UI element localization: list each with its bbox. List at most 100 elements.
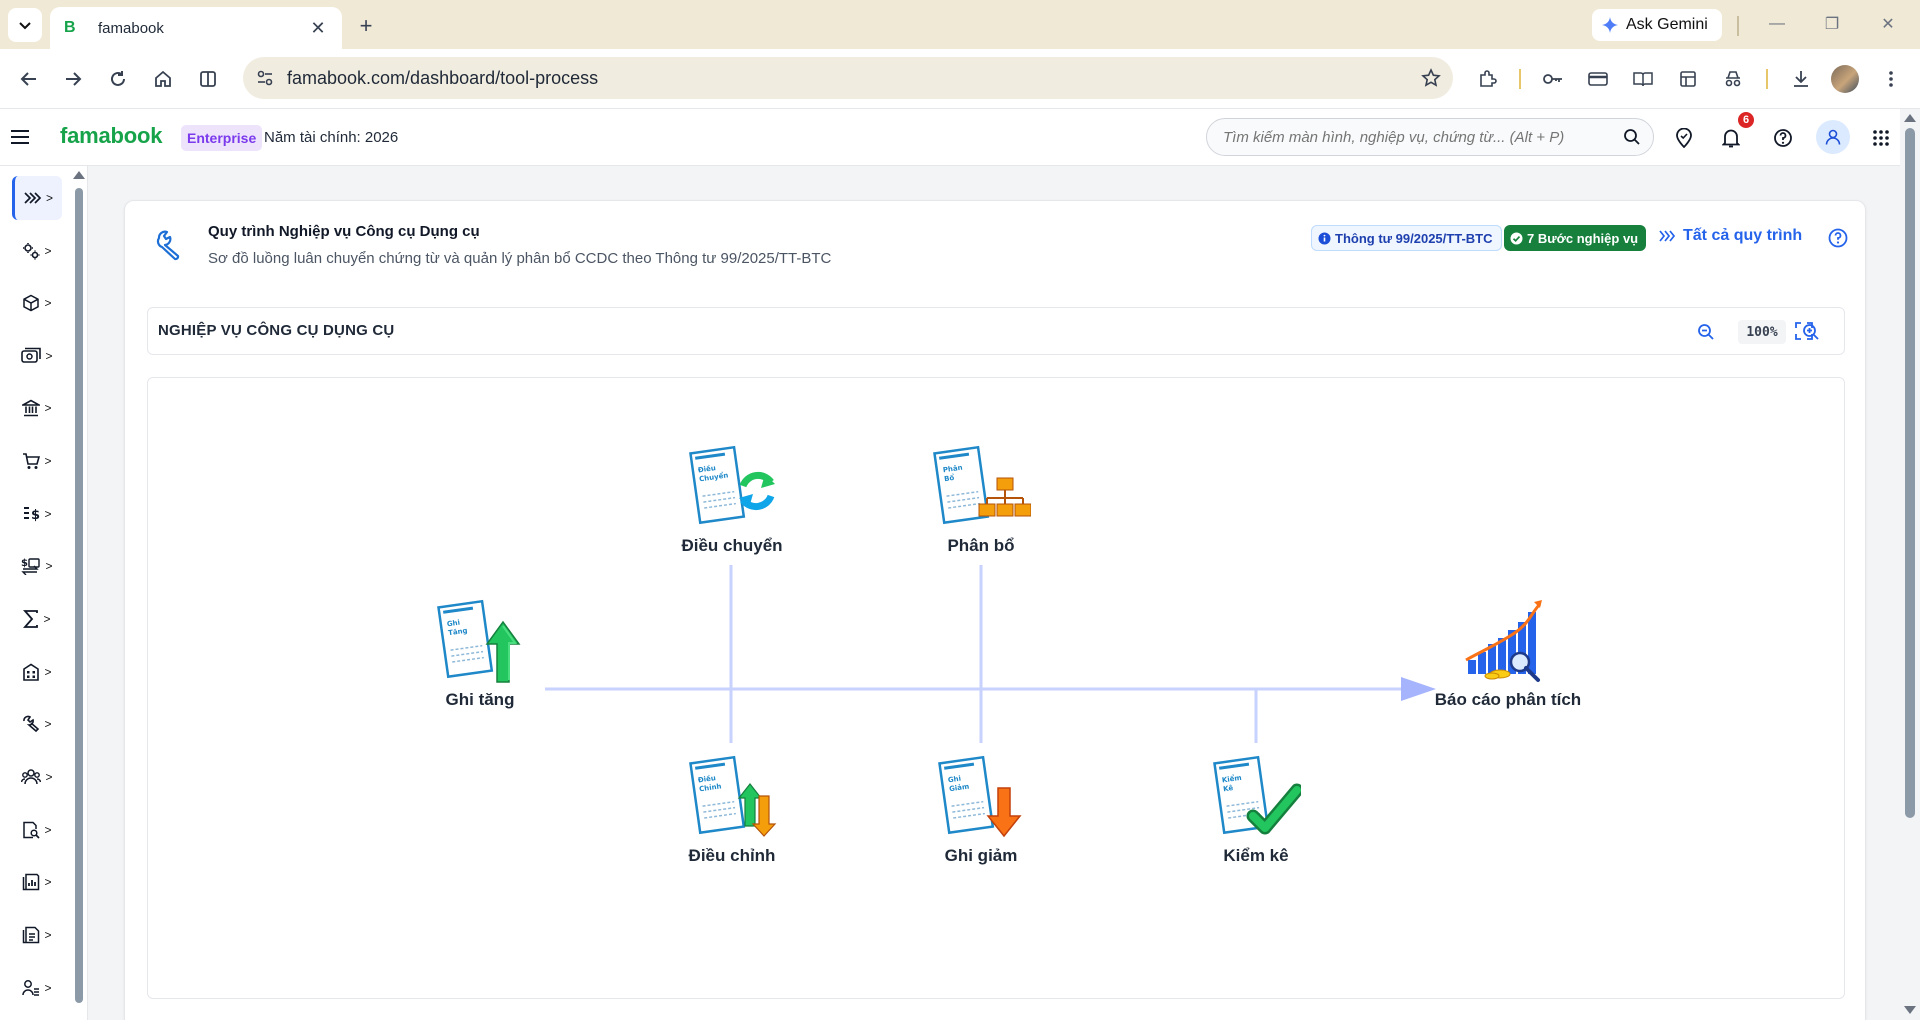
doc-allocation-icon: Phân Bổ (933, 445, 1031, 525)
sidebar-item-sales[interactable]: $ > (12, 492, 62, 536)
bookmark-star-icon[interactable] (1409, 68, 1453, 88)
wrench-icon (156, 230, 180, 261)
more-menu-icon[interactable] (1876, 64, 1906, 94)
doc-decrease-icon: Ghi Giảm (938, 755, 1022, 838)
location-pin-button[interactable] (1669, 123, 1699, 153)
zoom-level: 100% (1738, 320, 1786, 344)
notification-count-badge: 6 (1738, 112, 1754, 128)
sidebar-item-bank[interactable]: > (12, 386, 62, 430)
arrow-left-icon (20, 72, 36, 86)
close-window-icon[interactable]: ✕ (1876, 12, 1900, 36)
close-tab-icon[interactable]: ✕ (308, 18, 328, 39)
node-label-phan-bo: Phân bổ (947, 536, 1015, 555)
node-dieu-chinh[interactable]: Điều Chỉnh Điều chỉnh (632, 754, 832, 866)
password-key-icon[interactable] (1538, 64, 1568, 94)
forward-button[interactable] (58, 64, 88, 94)
page-scroll-up-arrow[interactable] (1904, 114, 1916, 122)
sidebar-item-lookup[interactable]: > (12, 808, 62, 852)
sidebar-scrollbar-thumb[interactable] (75, 188, 83, 1003)
sidebar-item-tools[interactable]: > (12, 702, 62, 746)
hamburger-menu-icon[interactable] (10, 127, 30, 147)
chevron-right-icon: > (43, 612, 51, 626)
node-label-ghi-giam: Ghi giảm (944, 846, 1018, 865)
user-account-button[interactable] (1816, 120, 1850, 154)
help-button[interactable] (1768, 123, 1798, 153)
fiscal-year-label[interactable]: Năm tài chính: 2026 (264, 129, 398, 146)
app-header: famabook Enterprise Năm tài chính: 2026 (0, 109, 1900, 166)
node-ghi-tang[interactable]: Ghi Tăng Ghi tăng (380, 598, 580, 710)
bell-icon (1722, 129, 1740, 148)
sidebar-item-summary[interactable]: > (12, 597, 62, 641)
extensions-icon[interactable] (1472, 64, 1502, 94)
sidebar-scroll-up-arrow[interactable] (73, 171, 85, 179)
new-tab-button[interactable]: + (352, 12, 380, 40)
address-bar[interactable]: famabook.com/dashboard/tool-process (243, 57, 1453, 99)
page-scroll-down-arrow[interactable] (1904, 1006, 1916, 1014)
sidebar-item-expand[interactable]: > (12, 176, 62, 220)
node-bao-cao-phan-tich[interactable]: Báo cáo phân tích (1408, 598, 1608, 710)
node-label-dieu-chinh: Điều chỉnh (688, 846, 776, 865)
site-settings-icon[interactable] (243, 69, 287, 87)
url-text: famabook.com/dashboard/tool-process (287, 67, 599, 88)
diagram-canvas: Ghi Tăng Ghi tăng Điều Chuyển Điều chuyể… (147, 377, 1845, 999)
download-icon[interactable] (1786, 64, 1816, 94)
node-ghi-giam[interactable]: Ghi Giảm Ghi giảm (881, 754, 1081, 866)
sidebar-item-settings[interactable]: > (12, 229, 62, 273)
incognito-icon[interactable] (1718, 64, 1748, 94)
all-processes-link[interactable]: Tất cả quy trình (1659, 227, 1802, 245)
minimize-icon[interactable]: — (1765, 12, 1789, 36)
sidebar-item-cash[interactable]: > (12, 334, 62, 378)
node-kiem-ke[interactable]: Kiểm Kê Kiểm kê (1156, 754, 1356, 866)
sidebar-item-documents[interactable]: > (12, 913, 62, 957)
sidebar-item-inventory[interactable]: > (12, 281, 62, 325)
zoom-out-icon (1698, 324, 1714, 340)
restore-icon[interactable]: ❐ (1820, 12, 1844, 36)
chevron-right-icon: > (44, 244, 52, 258)
arrow-right-icon (66, 72, 82, 86)
split-view-button[interactable] (193, 64, 223, 94)
document-search-icon (23, 821, 41, 839)
price-list-icon: $ (24, 507, 40, 523)
sidebar-item-finance[interactable]: $ > (12, 544, 62, 588)
node-dieu-chuyen[interactable]: Điều Chuyển Điều chuyển (632, 444, 832, 556)
app-launcher-button[interactable] (1866, 123, 1896, 153)
ask-gemini-button[interactable]: Ask Gemini (1592, 9, 1722, 41)
back-button[interactable] (14, 64, 44, 94)
sidebar-item-reports[interactable]: > (12, 860, 62, 904)
check-circle-icon (1510, 232, 1523, 244)
payment-card-icon[interactable] (1583, 64, 1613, 94)
zoom-out-button[interactable] (1694, 320, 1718, 344)
sidebar-item-users[interactable]: > (12, 966, 62, 1010)
sidebar-item-assets[interactable]: > (12, 650, 62, 694)
tab-search-button[interactable] (8, 8, 42, 42)
browser-tab[interactable]: B famabook ✕ (50, 7, 342, 49)
notifications-button[interactable] (1716, 123, 1746, 153)
global-search-input[interactable] (1223, 128, 1623, 146)
reading-mode-icon[interactable] (1628, 64, 1658, 94)
brand-logo[interactable]: famabook (60, 123, 163, 149)
analytics-report-icon (1465, 600, 1542, 682)
svg-text:$: $ (31, 508, 40, 523)
profile-avatar[interactable] (1831, 65, 1859, 93)
sidebar-item-hr[interactable]: > (12, 755, 62, 799)
browser-toolbar: famabook.com/dashboard/tool-process (0, 49, 1920, 109)
bank-icon (22, 399, 41, 417)
sidebar-item-purchase[interactable]: > (12, 439, 62, 483)
user-list-icon (22, 980, 40, 996)
chevron-right-icon: > (45, 770, 53, 784)
help-circle-icon[interactable] (1828, 228, 1848, 248)
chevron-right-icon: > (44, 717, 52, 731)
fullscreen-toggle[interactable] (1792, 319, 1816, 343)
reload-button[interactable] (103, 64, 133, 94)
help-circle-icon (1774, 129, 1792, 147)
home-button[interactable] (148, 64, 178, 94)
search-icon[interactable] (1623, 128, 1641, 146)
chevron-right-icon: > (44, 928, 52, 942)
cart-icon (23, 453, 41, 469)
chevron-right-icon: > (45, 191, 53, 205)
tab-layout-icon[interactable] (1673, 64, 1703, 94)
chevron-right-icon: > (44, 296, 52, 310)
page-scrollbar-thumb[interactable] (1905, 128, 1915, 818)
node-phan-bo[interactable]: Phân Bổ Phân bổ (881, 444, 1081, 556)
global-search[interactable] (1206, 118, 1654, 156)
